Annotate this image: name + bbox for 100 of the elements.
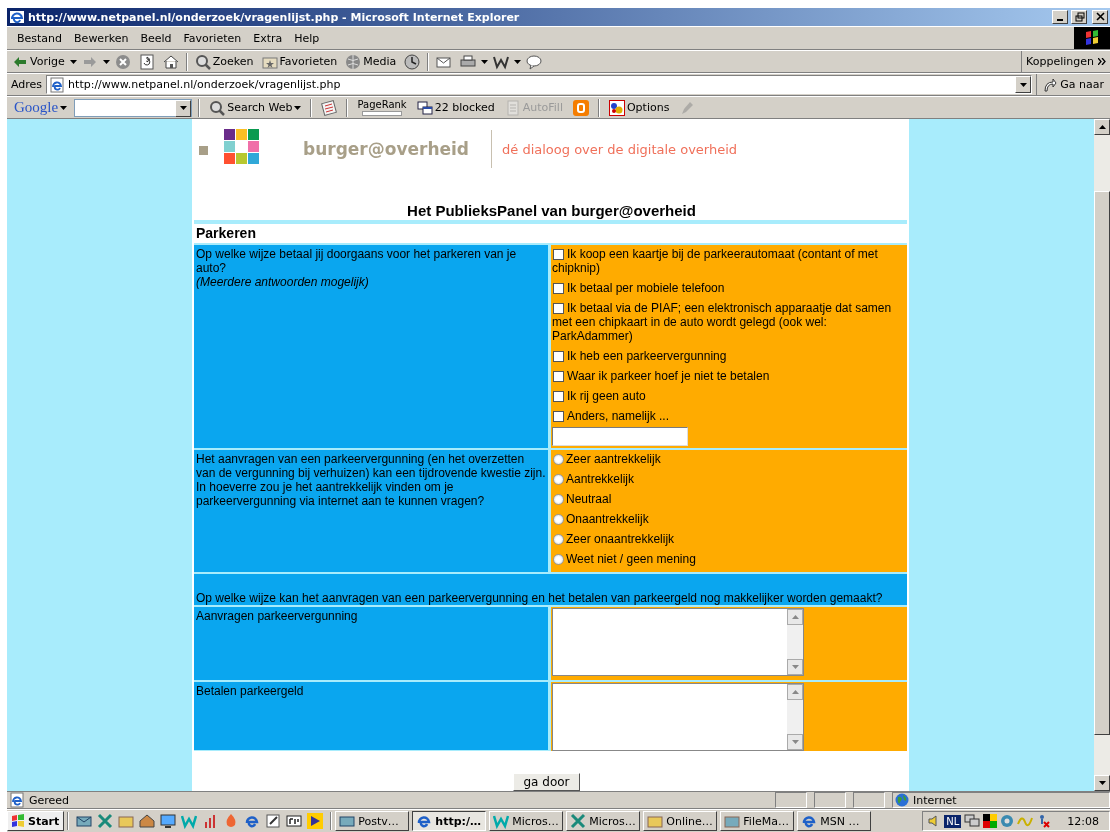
- status-text: Gereed: [29, 793, 71, 807]
- favorites-button[interactable]: Favorieten: [258, 52, 341, 71]
- answer-box[interactable]: [552, 683, 804, 751]
- question-label: Betalen parkeergeld: [196, 684, 305, 698]
- minimize-icon: [1057, 19, 1063, 21]
- google-menu[interactable]: Google: [11, 99, 71, 116]
- checkbox[interactable]: [553, 411, 564, 422]
- radio-button[interactable]: [553, 494, 564, 505]
- menu-item[interactable]: Bewerken: [68, 29, 135, 47]
- x-letter-icon[interactable]: [97, 813, 114, 829]
- letter-w-icon: [493, 813, 510, 829]
- submit-button[interactable]: ga door: [513, 773, 580, 791]
- radio-button[interactable]: [553, 554, 564, 565]
- ie-logo-icon: [9, 9, 25, 25]
- checkbox[interactable]: [553, 391, 564, 402]
- curved-arrow-icon: [1043, 77, 1058, 92]
- down-caret-icon: [791, 740, 799, 744]
- checkbox-option[interactable]: Ik betaal via de PIAF; een elektronisch apparaatje dat samen met een chipkaart in de auto wordt gelegd (ook wel: ParkAdammer): [552, 301, 906, 343]
- page-heading: Het PublieksPanel van burger@overheid: [406, 202, 697, 220]
- newspaper-icon: [321, 99, 338, 116]
- checkbox-option[interactable]: Anders, namelijk ...: [552, 409, 906, 423]
- envelope-icon[interactable]: [76, 813, 93, 829]
- radio-option[interactable]: Weet niet / geen mening: [552, 552, 906, 566]
- radio-option[interactable]: Onaantrekkelijk: [552, 512, 906, 526]
- radio-button[interactable]: [553, 474, 564, 485]
- close-button[interactable]: [1092, 10, 1108, 24]
- task-button[interactable]: FileMa…: [720, 811, 795, 831]
- search-icon: [209, 99, 226, 116]
- checkbox[interactable]: [553, 371, 564, 382]
- notepad-icon[interactable]: [265, 813, 282, 829]
- ie-logo-icon[interactable]: [244, 813, 261, 829]
- radio-option[interactable]: Aantrekkelijk: [552, 472, 906, 486]
- checkbox[interactable]: [553, 283, 564, 294]
- clock: 12:08: [1067, 814, 1099, 828]
- dropdown-arrow-icon: [481, 59, 489, 64]
- search-button[interactable]: Search Web: [206, 99, 305, 116]
- question-text: Op welke wijze betaal jij doorgaans voor het parkeren van je auto?: [196, 247, 518, 275]
- down-caret-icon: [791, 665, 799, 669]
- monitor-icon[interactable]: [160, 813, 177, 829]
- options-button[interactable]: Options: [605, 99, 673, 116]
- ftp-icon[interactable]: [286, 813, 303, 829]
- question-label: Aanvragen parkeervergunning: [196, 609, 359, 623]
- restore-button[interactable]: [1071, 10, 1087, 24]
- menu-item[interactable]: Beeld: [134, 29, 178, 47]
- checkbox[interactable]: [553, 351, 564, 362]
- flag-blocks-icon[interactable]: [983, 814, 998, 828]
- address-label: Adres: [11, 78, 43, 91]
- minimize-button[interactable]: [1052, 10, 1068, 24]
- task-button[interactable]: MSN …: [797, 811, 872, 831]
- checkbox-option[interactable]: Ik betaal per mobiele telefoon: [552, 281, 906, 295]
- highlighter-pen-icon: [679, 99, 696, 116]
- menu-item[interactable]: Bestand: [11, 29, 69, 47]
- stacked-windows-icon: [416, 99, 433, 116]
- task-button[interactable]: Online…: [643, 811, 718, 831]
- task-button[interactable]: Postv…: [335, 811, 410, 831]
- start-button[interactable]: Start: [7, 811, 65, 831]
- brand-name: burger@overheid: [303, 139, 470, 159]
- language-indicator[interactable]: NL: [944, 814, 962, 828]
- search-button[interactable]: Zoeken: [191, 52, 257, 71]
- task-button[interactable]: Micros…: [566, 811, 641, 831]
- checkbox-option[interactable]: Waar ik parkeer hoef je niet te betalen: [552, 369, 906, 383]
- checkbox-option[interactable]: Ik heb een parkeervergunning: [552, 349, 906, 363]
- menu-item[interactable]: Extra: [247, 29, 289, 47]
- task-button[interactable]: http:/…: [412, 811, 487, 831]
- envelope-icon: [339, 813, 356, 829]
- checkbox[interactable]: [553, 249, 564, 260]
- answer-box[interactable]: [552, 608, 804, 676]
- radio-option[interactable]: Neutraal: [552, 492, 906, 506]
- checkbox[interactable]: [553, 303, 564, 314]
- house-icon[interactable]: [139, 813, 156, 829]
- input-field[interactable]: [552, 427, 688, 446]
- go-button[interactable]: Ga naar: [1036, 74, 1110, 95]
- scroll-down-button[interactable]: [1094, 775, 1110, 791]
- computers-icon[interactable]: [964, 814, 981, 828]
- search-field[interactable]: [74, 98, 193, 117]
- menu-item[interactable]: Favorieten: [177, 29, 248, 47]
- checkbox-option[interactable]: Ik koop een kaartje bij de parkeerautomaat (contant of met chipknip): [552, 247, 906, 275]
- address-field[interactable]: http://www.netpanel.nl/onderzoek/vragenlijst.php: [46, 75, 1033, 94]
- windows-flag-icon: [1074, 27, 1110, 49]
- menu-item[interactable]: Help: [288, 29, 326, 47]
- back-button[interactable]: Vorige: [9, 52, 68, 71]
- chevron-icon[interactable]: [1098, 58, 1106, 65]
- media-button[interactable]: Media: [342, 52, 400, 71]
- play-icon[interactable]: [307, 813, 324, 829]
- home-icon: [162, 53, 179, 70]
- dropdown-button[interactable]: [1015, 76, 1032, 93]
- ie-logo-icon: [801, 813, 818, 829]
- radio-option[interactable]: Zeer aantrekkelijk: [552, 452, 906, 466]
- scroll-thumb[interactable]: [1094, 191, 1110, 735]
- links-label[interactable]: Koppelingen: [1026, 55, 1094, 68]
- scroll-up-button[interactable]: [1094, 119, 1110, 135]
- radio-option[interactable]: Zeer onaantrekkelijk: [552, 532, 906, 546]
- radio-button[interactable]: [553, 514, 564, 525]
- windows-flag-icon: [10, 813, 26, 829]
- radio-button[interactable]: [553, 454, 564, 465]
- checkbox-option[interactable]: Ik rij geen auto: [552, 389, 906, 403]
- caret-icon: [1019, 82, 1027, 87]
- popup-button[interactable]: 22 blocked: [413, 99, 498, 116]
- radio-button[interactable]: [553, 534, 564, 545]
- task-button[interactable]: Micros…: [489, 811, 564, 831]
